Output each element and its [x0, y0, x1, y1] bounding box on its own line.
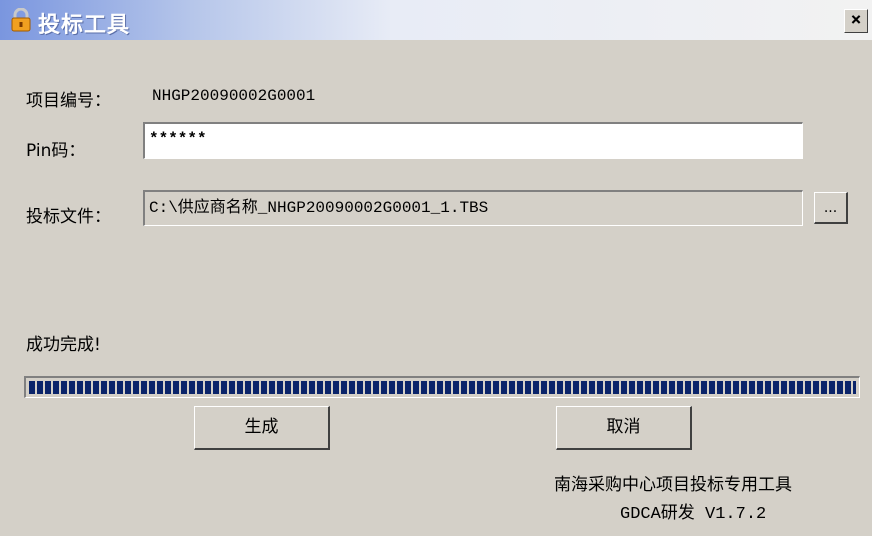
close-button[interactable]: × — [844, 9, 868, 33]
title-bar[interactable]: 投标工具 × — [0, 0, 872, 40]
tool-description: 南海采购中心项目投标专用工具 — [554, 475, 792, 495]
lock-icon — [11, 8, 31, 32]
project-number-value: NHGP20090002G0001 — [152, 87, 316, 105]
cancel-button[interactable]: 取消 — [556, 406, 692, 450]
pin-label: Pin码： — [26, 141, 86, 161]
bid-file-label: 投标文件： — [26, 207, 111, 227]
close-icon: × — [850, 9, 862, 30]
project-number-label: 项目编号： — [26, 91, 111, 111]
browse-button[interactable]: ... — [814, 192, 848, 224]
version-info: GDCA研发 V1.7.2 — [620, 505, 767, 524]
generate-button[interactable]: 生成 — [194, 406, 330, 450]
bid-file-path-field[interactable]: C:\供应商名称_NHGP20090002G0001_1.TBS — [143, 190, 803, 226]
window-title: 投标工具 — [38, 13, 131, 38]
pin-input[interactable]: ****** — [143, 122, 803, 159]
tool-window: 投标工具 × 项目编号： NHGP20090002G0001 Pin码： ***… — [0, 0, 872, 536]
status-message: 成功完成! — [26, 335, 101, 355]
progress-bar — [24, 376, 860, 398]
progress-bar-fill — [29, 381, 856, 394]
